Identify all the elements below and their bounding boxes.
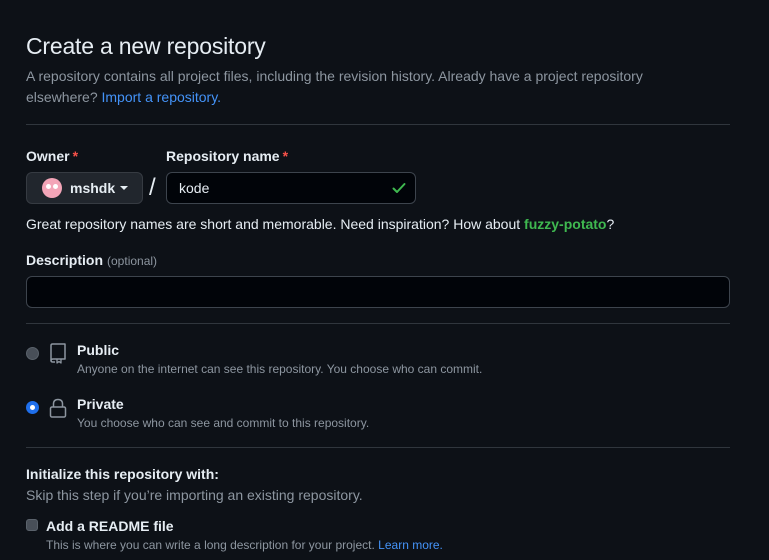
private-radio[interactable] <box>26 401 39 414</box>
divider <box>26 124 730 125</box>
lock-icon <box>49 398 67 418</box>
required-mark: * <box>72 148 79 164</box>
description-input[interactable] <box>39 284 717 300</box>
repository-name-input[interactable] <box>179 180 391 196</box>
import-repository-link[interactable]: Import a repository. <box>102 89 222 105</box>
add-readme-description: This is where you can write a long descr… <box>46 538 443 552</box>
add-readme-label[interactable]: Add a README file <box>46 518 174 534</box>
public-radio[interactable] <box>26 347 39 360</box>
repository-name-hint: Great repository names are short and mem… <box>26 214 614 234</box>
description-label-text: Description <box>26 252 104 268</box>
repo-icon <box>50 343 66 364</box>
owner-label: Owner * <box>26 148 78 164</box>
name-suggestion-link[interactable]: fuzzy-potato <box>524 216 606 232</box>
learn-more-link[interactable]: Learn more. <box>378 538 443 552</box>
add-readme-checkbox[interactable] <box>26 519 38 531</box>
initialize-section-title: Initialize this repository with: <box>26 466 219 482</box>
page-title: Create a new repository <box>26 33 266 59</box>
private-option-description: You choose who can see and commit to thi… <box>77 416 370 430</box>
hint-suffix: ? <box>606 216 615 232</box>
repository-name-label-text: Repository name <box>166 148 280 164</box>
owner-avatar <box>42 178 62 198</box>
public-option-title: Public <box>77 342 120 358</box>
private-option-title: Private <box>77 396 124 412</box>
create-repository-page: Create a new repository A repository con… <box>0 0 769 560</box>
chevron-down-icon <box>120 186 129 190</box>
divider <box>26 447 730 448</box>
divider <box>26 323 730 324</box>
check-icon <box>392 183 406 193</box>
owner-label-text: Owner <box>26 148 70 164</box>
repository-name-label: Repository name * <box>166 148 288 164</box>
owner-dropdown[interactable]: mshdk <box>26 172 143 204</box>
optional-tag: (optional) <box>107 254 158 268</box>
initialize-section-subtitle: Skip this step if you’re importing an ex… <box>26 487 363 503</box>
public-option-description: Anyone on the internet can see this repo… <box>77 362 483 376</box>
owner-repo-separator: / <box>149 174 156 201</box>
description-field[interactable] <box>26 276 730 308</box>
required-mark: * <box>282 148 289 164</box>
page-subtitle: A repository contains all project files,… <box>26 66 706 108</box>
repository-name-field[interactable] <box>166 172 416 204</box>
owner-name: mshdk <box>70 180 116 196</box>
readme-description-text: This is where you can write a long descr… <box>46 538 375 552</box>
hint-text: Great repository names are short and mem… <box>26 216 521 232</box>
description-label: Description (optional) <box>26 252 157 268</box>
